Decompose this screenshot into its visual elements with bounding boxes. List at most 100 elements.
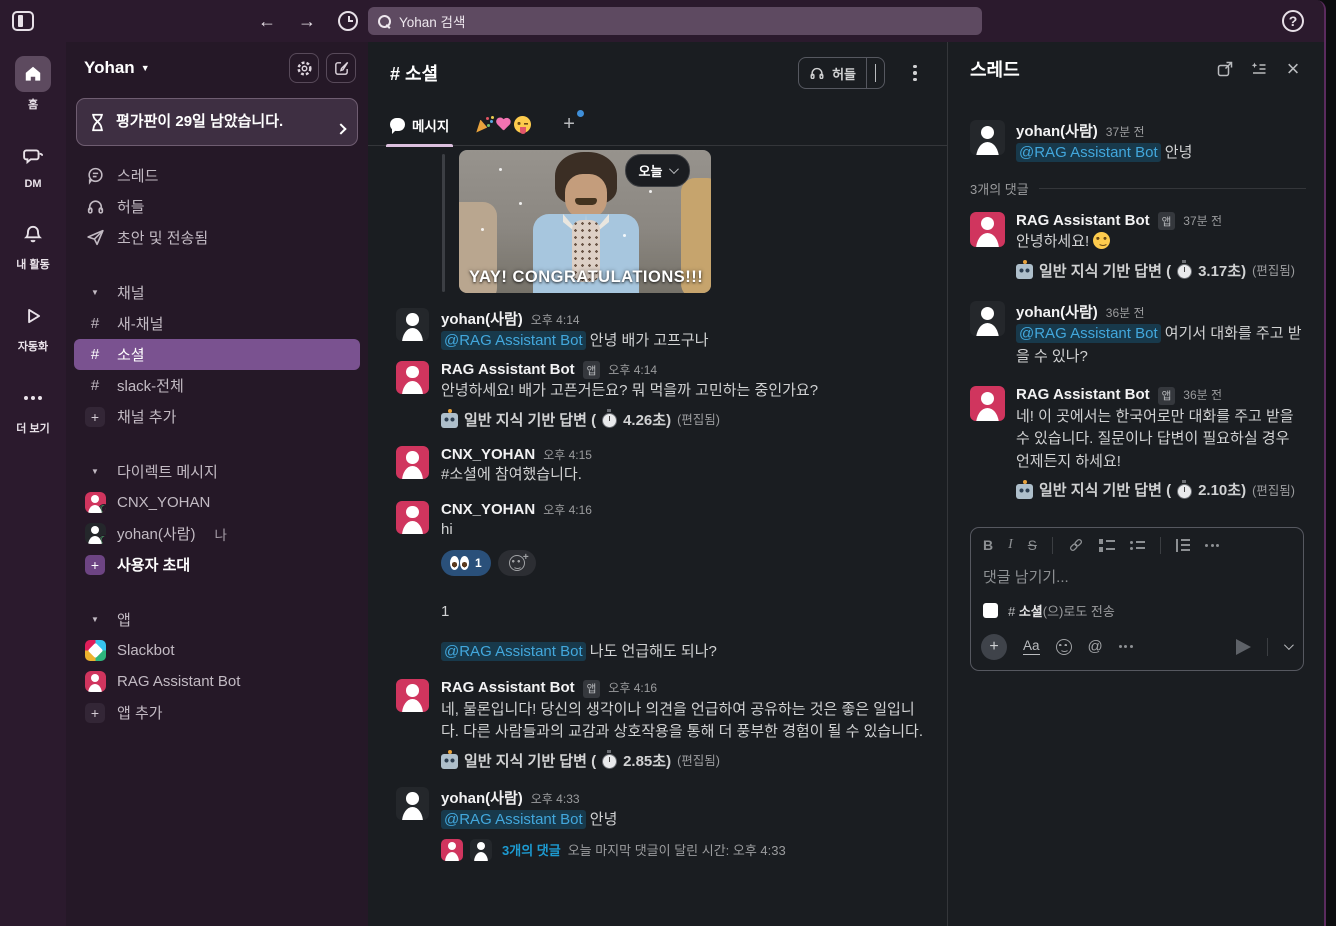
avatar[interactable] <box>396 501 429 534</box>
message[interactable]: RAG Assistant Bot 앱 36분 전 네! 이 곳에서는 한국어로… <box>948 380 1324 505</box>
message-author[interactable]: CNX_YOHAN <box>441 446 535 463</box>
help-icon[interactable]: ? <box>1282 10 1304 32</box>
message-timestamp[interactable]: 36분 전 <box>1106 304 1145 321</box>
huddle-button[interactable]: 허들 <box>798 57 885 89</box>
rail-item-more[interactable]: 더 보기 <box>15 380 51 436</box>
message[interactable]: yohan(사람) 오후 4:33 @RAG Assistant Bot 안녕 … <box>368 782 947 864</box>
message-timestamp[interactable]: 오후 4:16 <box>608 679 657 696</box>
italic-button[interactable]: I <box>1008 537 1013 553</box>
message[interactable]: RAG Assistant Bot 앱 37분 전 안녕하세요! 일반 지식 기… <box>948 206 1324 286</box>
channel-title[interactable]: # 소셜 <box>390 60 438 86</box>
avatar[interactable] <box>970 120 1005 155</box>
bold-button[interactable]: B <box>983 537 993 553</box>
sidebar-item-drafts[interactable]: 초안 및 전송됨 <box>74 222 360 253</box>
mention[interactable]: @RAG Assistant Bot <box>441 642 586 661</box>
reply-composer[interactable]: B I S 댓글 남기기... <box>970 527 1304 671</box>
rail-item-dm[interactable]: DM <box>15 138 51 190</box>
message-author[interactable]: yohan(사람) <box>1016 301 1098 322</box>
thread-replies-link[interactable]: 3개의 댓글 <box>502 840 561 859</box>
rail-item-home[interactable]: 홈 <box>15 56 51 112</box>
message-timestamp[interactable]: 오후 4:16 <box>543 501 592 518</box>
blockquote-button[interactable] <box>1176 539 1191 552</box>
avatar[interactable] <box>396 308 429 341</box>
rail-item-activity[interactable]: 내 활동 <box>15 216 51 272</box>
more-formatting-button[interactable] <box>1205 544 1219 547</box>
avatar[interactable] <box>396 787 429 820</box>
history-clock-icon[interactable] <box>338 11 358 31</box>
rail-item-automation[interactable]: 자동화 <box>15 298 51 354</box>
message-author[interactable]: yohan(사람) <box>441 308 523 329</box>
strikethrough-button[interactable]: S <box>1028 538 1037 553</box>
message[interactable]: CNX_YOHAN 오후 4:16 hi 1 + <box>368 496 947 584</box>
avatar[interactable] <box>970 386 1005 421</box>
reply-input[interactable]: 댓글 남기기... <box>971 560 1303 599</box>
message-author[interactable]: RAG Assistant Bot <box>441 679 575 696</box>
more-actions-button[interactable] <box>1119 645 1133 648</box>
date-pill[interactable]: 오늘 <box>625 154 691 187</box>
workspace-name[interactable]: Yohan <box>84 58 135 78</box>
message-author[interactable]: RAG Assistant Bot <box>1016 386 1150 403</box>
avatar[interactable] <box>396 446 429 479</box>
history-back-icon[interactable]: ← <box>258 12 276 30</box>
message-author[interactable]: RAG Assistant Bot <box>441 361 575 378</box>
avatar[interactable] <box>396 679 429 712</box>
channels-section-header[interactable]: ▼ 채널 <box>74 277 360 308</box>
message[interactable]: 1 <box>368 595 947 627</box>
invite-users-button[interactable]: + 사용자 초대 <box>74 549 360 580</box>
thread-indicator[interactable]: 3개의 댓글 오늘 마지막 댓글이 달린 시간: 오후 4:33 <box>441 839 923 861</box>
compose-button[interactable] <box>326 53 356 83</box>
sidebar-app-rag-bot[interactable]: RAG Assistant Bot <box>74 666 360 697</box>
sidebar-channel-slack-all[interactable]: # slack-전체 <box>74 370 360 401</box>
sidebar-item-threads[interactable]: 스레드 <box>74 160 360 191</box>
message-timestamp[interactable]: 37분 전 <box>1183 212 1222 229</box>
add-tab-button[interactable]: + <box>557 104 581 146</box>
add-app-button[interactable]: + 앱 추가 <box>74 697 360 728</box>
sidebar-toggle-icon[interactable] <box>12 9 36 33</box>
reaction-eyes[interactable]: 1 <box>441 550 491 576</box>
bulleted-list-button[interactable] <box>1130 541 1145 550</box>
message-author[interactable]: CNX_YOHAN <box>441 501 535 518</box>
sidebar-item-huddles[interactable]: 허들 <box>74 191 360 222</box>
message-author[interactable]: yohan(사람) <box>1016 120 1098 141</box>
filter-settings-button[interactable] <box>289 53 319 83</box>
huddle-caret-button[interactable] <box>867 64 884 82</box>
open-in-window-button[interactable] <box>1208 52 1242 86</box>
message-timestamp[interactable]: 오후 4:15 <box>543 446 592 463</box>
message[interactable]: yohan(사람) 오후 4:14 @RAG Assistant Bot 안녕 … <box>368 303 947 356</box>
message-timestamp[interactable]: 36분 전 <box>1183 386 1222 403</box>
sidebar-channel-social[interactable]: # 소셜 <box>74 339 360 370</box>
mention[interactable]: @RAG Assistant Bot <box>1016 143 1161 162</box>
avatar[interactable] <box>970 301 1005 336</box>
search-input[interactable]: Yohan 검색 <box>368 7 982 35</box>
message[interactable]: CNX_YOHAN 오후 4:15 #소셜에 참여했습니다. <box>368 441 947 490</box>
message[interactable]: yohan(사람) 37분 전 @RAG Assistant Bot 안녕 <box>948 114 1324 167</box>
sidebar-app-slackbot[interactable]: Slackbot <box>74 635 360 666</box>
message-timestamp[interactable]: 오후 4:33 <box>531 790 580 807</box>
mention[interactable]: @RAG Assistant Bot <box>441 810 586 829</box>
workspace-caret-icon[interactable]: ▼ <box>141 63 150 73</box>
formatting-toggle-button[interactable]: Aa <box>1023 638 1040 655</box>
emoji-picker-button[interactable] <box>1056 639 1072 655</box>
message-timestamp[interactable]: 오후 4:14 <box>531 311 580 328</box>
trial-banner[interactable]: 평가판이 29일 남았습니다. <box>76 98 358 146</box>
sidebar-channel-new[interactable]: # 새-채널 <box>74 308 360 339</box>
tab-emoji[interactable] <box>475 104 531 146</box>
avatar[interactable] <box>970 212 1005 247</box>
send-options-chevron-icon[interactable] <box>1284 640 1294 650</box>
tab-messages[interactable]: 메시지 <box>390 104 449 146</box>
dm-section-header[interactable]: ▼ 다이렉트 메시지 <box>74 456 360 487</box>
broadcast-checkbox[interactable] <box>983 603 998 618</box>
link-button[interactable] <box>1068 537 1084 553</box>
message-author[interactable]: yohan(사람) <box>441 787 523 808</box>
message-timestamp[interactable]: 오후 4:14 <box>608 361 657 378</box>
channel-menu-button[interactable] <box>899 57 931 89</box>
message[interactable]: RAG Assistant Bot 앱 오후 4:16 네, 물론입니다! 당신… <box>368 674 947 776</box>
apps-section-header[interactable]: ▼ 앱 <box>74 604 360 635</box>
message[interactable]: yohan(사람) 36분 전 @RAG Assistant Bot 여기서 대… <box>948 295 1324 370</box>
history-forward-icon[interactable]: → <box>298 12 316 30</box>
later-checklist-button[interactable] <box>1242 52 1276 86</box>
message[interactable]: @RAG Assistant Bot 나도 언급해도 되나? <box>368 635 947 667</box>
close-icon[interactable]: × <box>1276 52 1310 86</box>
mention[interactable]: @RAG Assistant Bot <box>441 331 586 350</box>
mention-button[interactable]: @ <box>1088 638 1103 655</box>
